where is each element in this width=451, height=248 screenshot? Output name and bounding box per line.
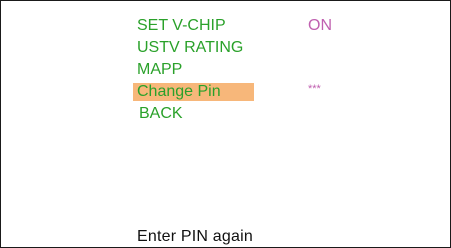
menu-item-label: MAPP — [137, 61, 183, 78]
menu-item-change-pin[interactable]: Change Pin *** — [133, 81, 363, 103]
v-chip-menu: SET V-CHIP ON USTV RATING MAPP Change Pi… — [133, 15, 363, 125]
menu-item-back[interactable]: BACK — [133, 103, 363, 125]
menu-item-label: SET V-CHIP — [137, 17, 226, 34]
menu-item-label: USTV RATING — [137, 39, 244, 56]
menu-item-ustv-rating[interactable]: USTV RATING — [133, 37, 363, 59]
pin-prompt: Enter PIN again — [137, 228, 253, 245]
pin-masked-value: *** — [308, 83, 321, 95]
menu-item-label: BACK — [139, 105, 183, 122]
menu-item-set-v-chip[interactable]: SET V-CHIP ON — [133, 15, 363, 37]
menu-item-value: ON — [308, 17, 332, 34]
menu-item-label: Change Pin — [137, 83, 221, 100]
tv-osd-screen: SET V-CHIP ON USTV RATING MAPP Change Pi… — [0, 0, 451, 248]
menu-item-mapp[interactable]: MAPP — [133, 59, 363, 81]
